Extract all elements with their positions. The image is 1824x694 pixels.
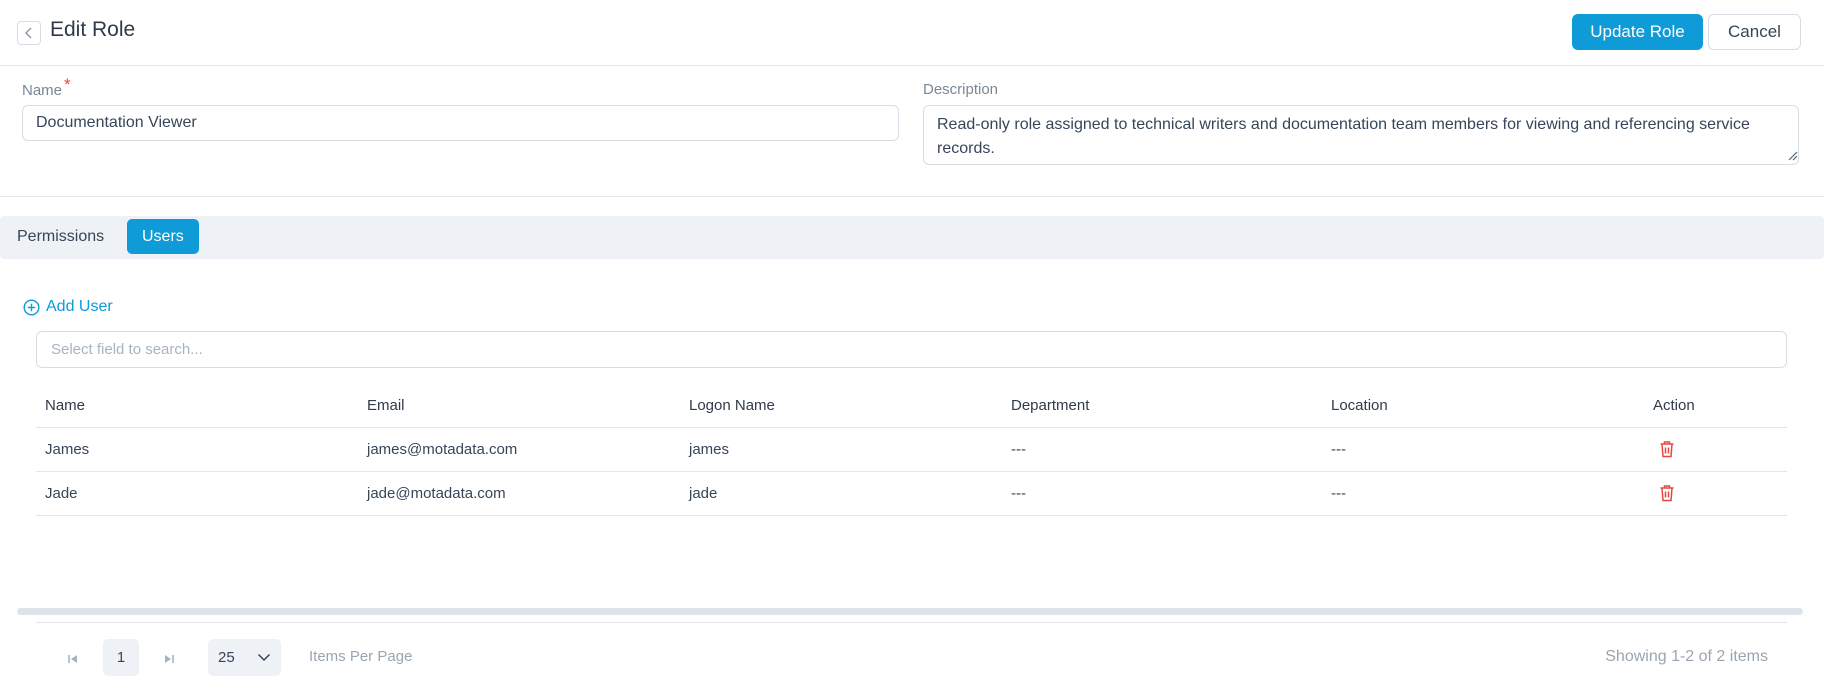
cell-name: Jade [36,471,358,516]
section-divider [0,196,1824,197]
page-title: Edit Role [50,18,136,41]
cell-location: --- [1322,427,1644,472]
page-size-value: 25 [218,649,235,666]
required-marker: * [64,75,71,94]
chevron-left-icon [25,27,32,39]
table-header-row: Name Email Logon Name Department Locatio… [36,385,1787,428]
page-header: Edit Role Update Role Cancel [0,0,1824,66]
table-row: Jade jade@motadata.com jade --- --- [36,471,1787,516]
tab-bar: Permissions Users [0,216,1824,259]
add-user-label: Add User [46,298,113,315]
pagination-summary: Showing 1-2 of 2 items [1605,648,1768,665]
items-per-page-label: Items Per Page [309,648,413,665]
resize-handle-icon[interactable] [1788,151,1798,161]
cancel-button[interactable]: Cancel [1708,14,1801,50]
first-page-button[interactable] [58,641,88,677]
column-header-email[interactable]: Email [358,385,680,428]
last-page-button[interactable] [154,641,184,677]
column-header-department[interactable]: Department [1002,385,1322,428]
cell-email: james@motadata.com [358,427,680,472]
cell-action [1644,471,1787,516]
cell-logon-name: jade [680,471,1002,516]
cell-location: --- [1322,471,1644,516]
horizontal-scrollbar[interactable] [17,608,1803,615]
chevron-down-icon [257,653,271,662]
users-table: Name Email Logon Name Department Locatio… [36,385,1787,516]
cell-logon-name: james [680,427,1002,472]
back-button[interactable] [17,21,41,45]
name-label: Name * [22,75,71,99]
cell-department: --- [1002,427,1322,472]
page-number-button[interactable]: 1 [103,639,139,676]
column-header-name[interactable]: Name [36,385,358,428]
first-page-icon [68,655,77,663]
trash-icon[interactable] [1659,440,1675,458]
page-size-select[interactable]: 25 [208,639,281,676]
trash-icon[interactable] [1659,484,1675,502]
last-page-icon [165,655,174,663]
table-row: James james@motadata.com james --- --- [36,427,1787,472]
add-user-button[interactable]: Add User [23,298,113,316]
name-field[interactable] [22,105,899,141]
search-input[interactable] [36,331,1787,368]
column-header-logon-name[interactable]: Logon Name [680,385,1002,428]
tab-users[interactable]: Users [127,219,199,254]
column-header-location[interactable]: Location [1322,385,1644,428]
plus-circle-icon [23,298,40,316]
tab-permissions[interactable]: Permissions [2,219,119,254]
footer-divider [36,622,1787,623]
column-header-action: Action [1644,385,1787,428]
description-field[interactable]: Read-only role assigned to technical wri… [923,105,1799,165]
description-label: Description [923,81,999,98]
update-role-button[interactable]: Update Role [1572,14,1703,50]
cell-name: James [36,427,358,472]
cell-email: jade@motadata.com [358,471,680,516]
cell-department: --- [1002,471,1322,516]
cell-action [1644,427,1787,472]
